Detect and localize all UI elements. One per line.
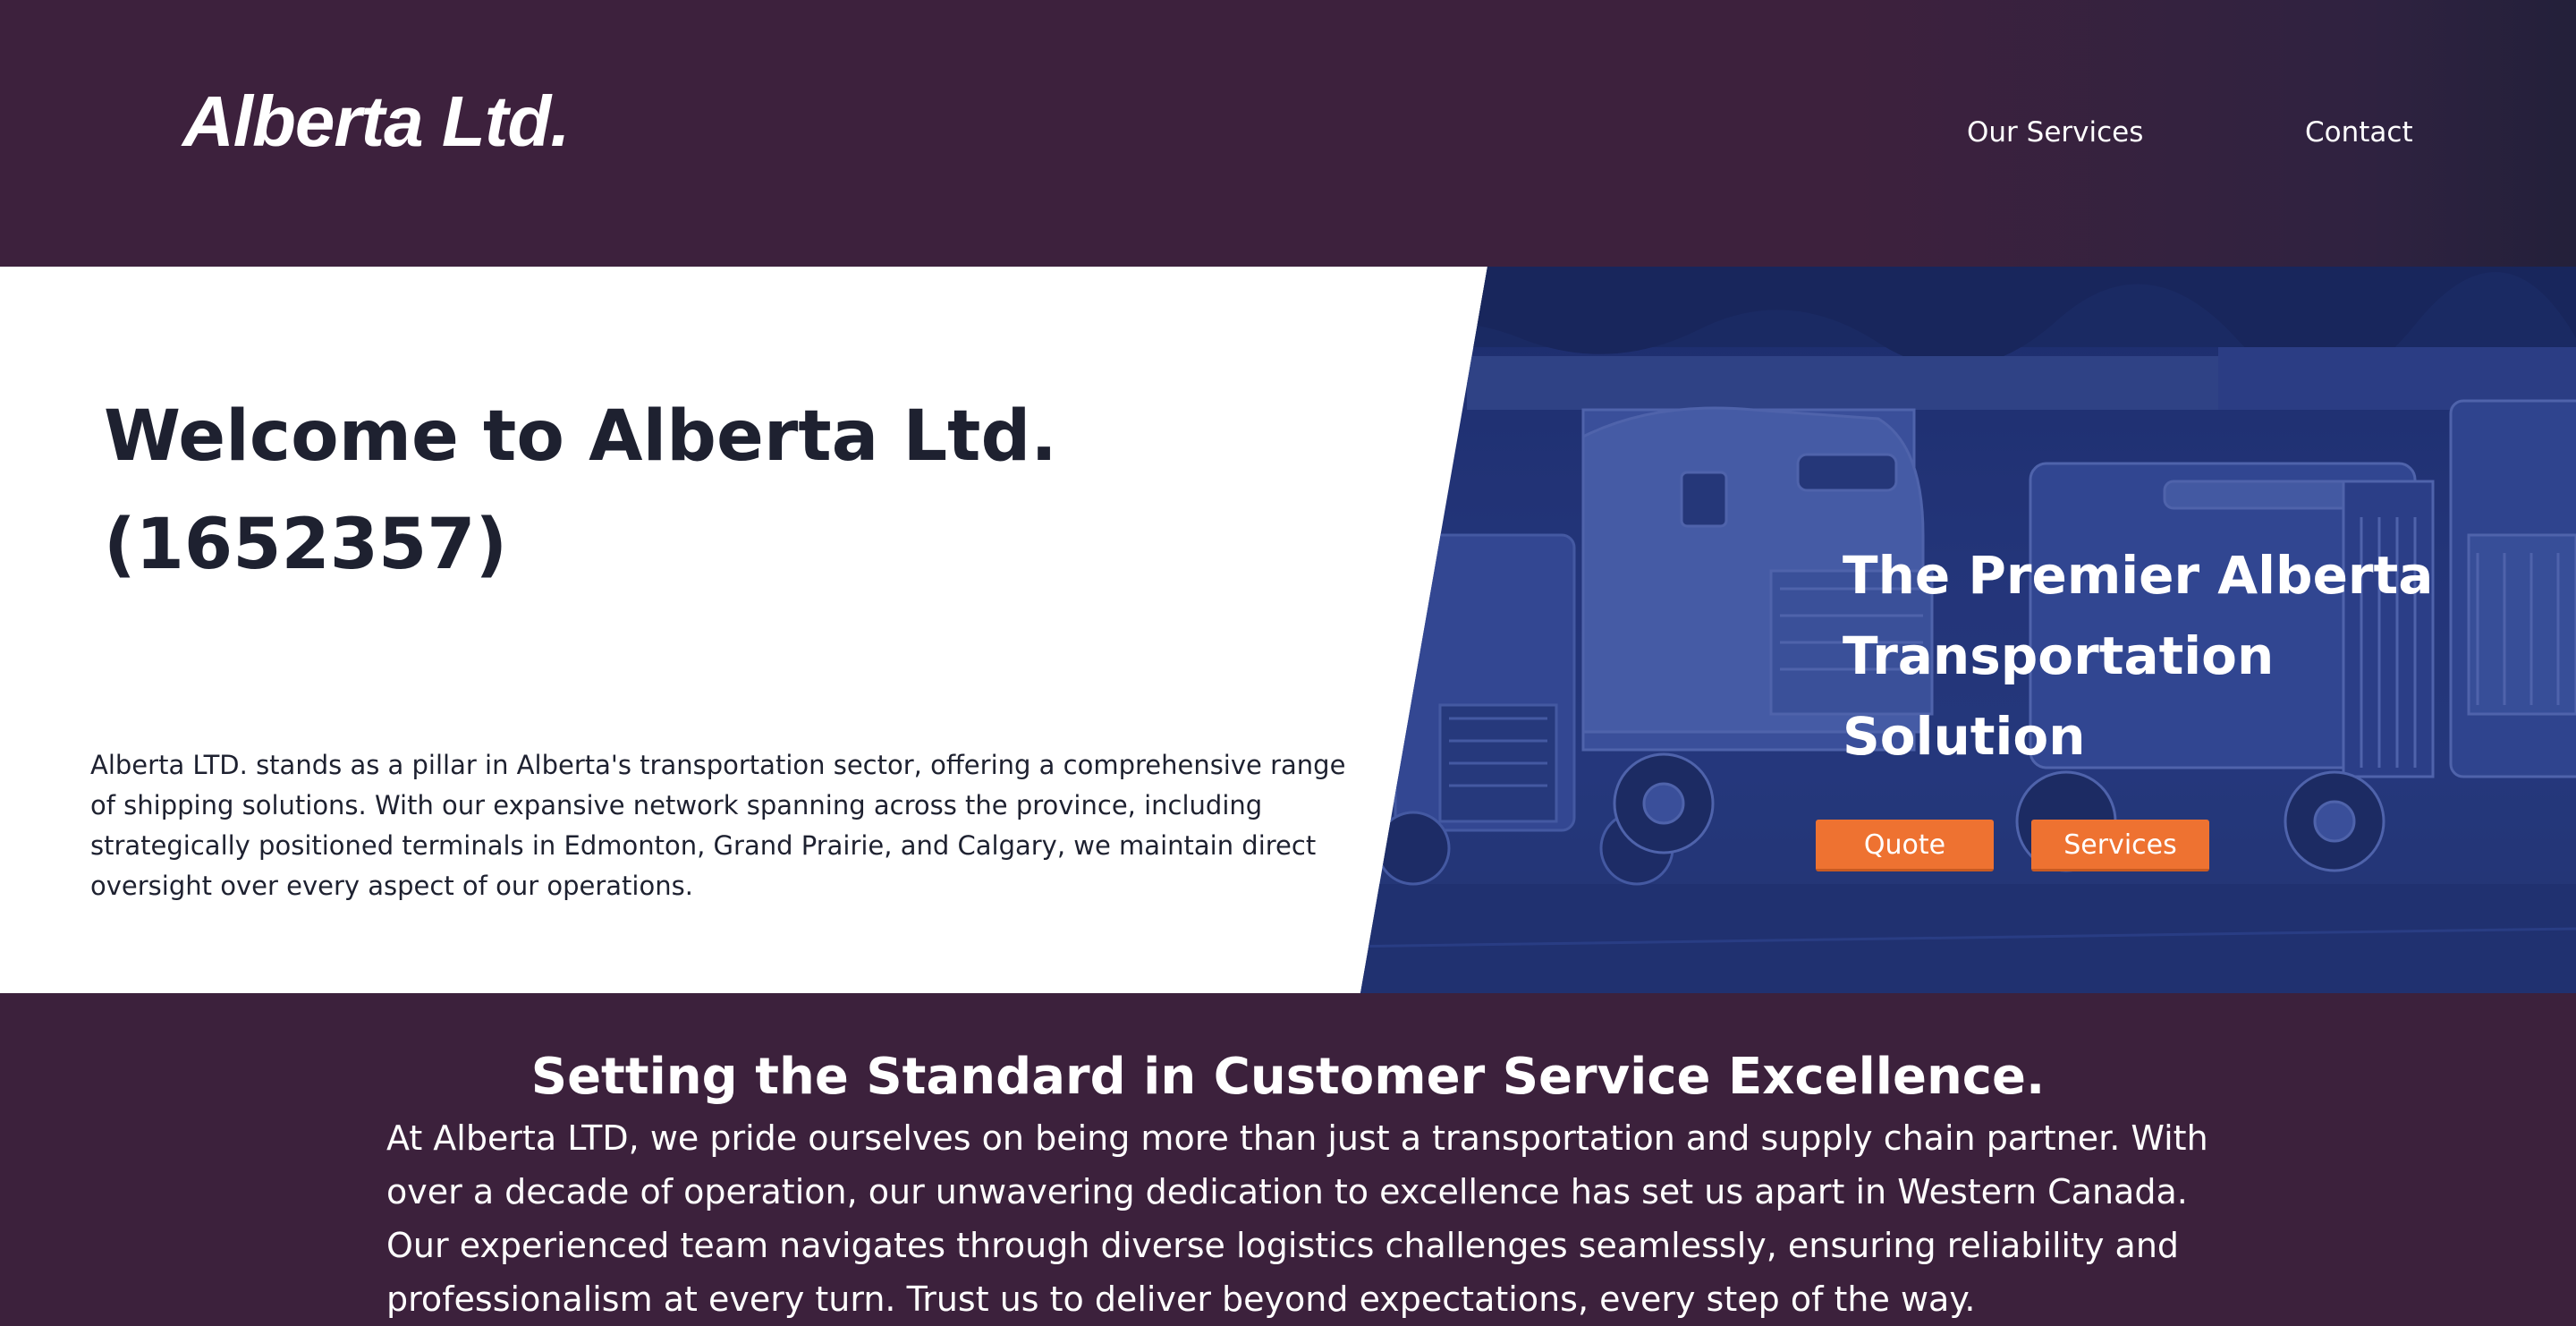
excellence-body: At Alberta LTD, we pride ourselves on be… — [386, 1118, 2208, 1319]
hero-title-line2: (1652357) — [104, 505, 508, 585]
site-header: Alberta Ltd. Our Services Contact — [0, 0, 2576, 267]
hero-section: Welcome to Alberta Ltd. (1652357) Albert… — [0, 267, 2576, 993]
hero-intro-paragraph: Alberta LTD. stands as a pillar in Alber… — [90, 750, 1346, 901]
nav-contact-link[interactable]: Contact — [2305, 113, 2413, 152]
hero-title-line1: Welcome to Alberta Ltd. — [104, 396, 1057, 477]
hero-tagline: The Premier Alberta Transportation Solut… — [1843, 545, 2434, 767]
hero-button-group: Quote Services — [1816, 820, 2209, 873]
excellence-heading: Setting the Standard in Customer Service… — [530, 1048, 2046, 1106]
quote-button[interactable]: Quote — [1816, 820, 1994, 871]
excellence-section: Setting the Standard in Customer Service… — [0, 993, 2576, 1319]
services-button[interactable]: Services — [2031, 820, 2209, 871]
nav-our-services-link[interactable]: Our Services — [1967, 113, 2143, 152]
hero-title: Welcome to Alberta Ltd. (1652357) — [104, 383, 1088, 599]
main-nav: Our Services Contact — [0, 113, 2576, 152]
